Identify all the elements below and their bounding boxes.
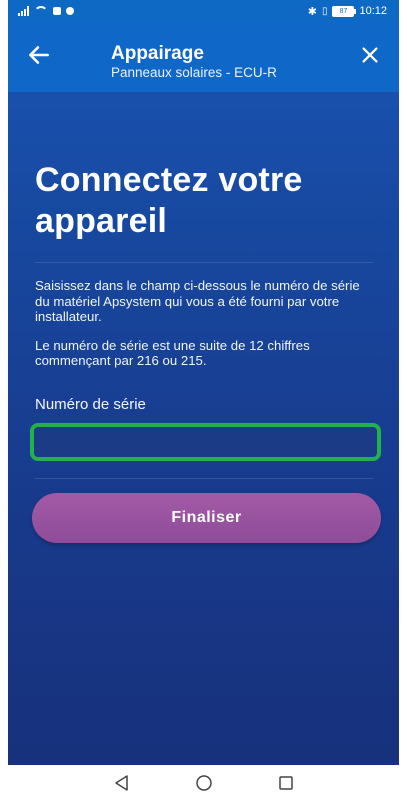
headline: Connectez votre appareil [35, 161, 303, 240]
back-triangle-icon[interactable] [112, 773, 132, 793]
title-block: Appairage Panneaux solaires - ECU-R [111, 43, 277, 81]
vibrate-icon: ▯ [321, 5, 328, 17]
battery-icon: 87 [332, 5, 357, 17]
serial-format-text: Le numéro de série est une suite de 12 c… [35, 337, 310, 369]
divider [35, 262, 373, 263]
system-nav-bar [0, 765, 407, 801]
serial-number-input[interactable] [34, 426, 377, 457]
home-circle-icon[interactable] [194, 773, 214, 793]
status-left-icons [18, 6, 74, 16]
app-bar: Appairage Panneaux solaires - ECU-R [8, 22, 399, 92]
message-icon [66, 7, 74, 15]
close-button[interactable] [359, 44, 381, 66]
instructions-text: Saisissez dans le champ ci-dessous le nu… [35, 278, 360, 324]
bluetooth-icon: ✱ [307, 5, 317, 18]
finaliser-button[interactable]: Finaliser [32, 492, 381, 543]
status-bar: ✱ ▯ 87 10:12 [8, 0, 399, 22]
status-right-icons: ✱ ▯ 87 10:12 [308, 5, 387, 18]
status-time: 10:12 [359, 5, 387, 17]
notification-icon [53, 7, 61, 15]
divider [35, 477, 373, 479]
signal-icon [18, 6, 29, 16]
recents-square-icon[interactable] [276, 773, 296, 793]
serial-field-container [30, 422, 381, 461]
wifi-icon [34, 6, 48, 16]
arrow-left-icon [29, 46, 49, 64]
page-title: Appairage [111, 43, 204, 64]
close-icon [362, 47, 378, 63]
main-content: Connectez votre appareil Saisissez dans … [30, 150, 381, 543]
app-screen: ✱ ▯ 87 10:12 Appairage Panneaux solaires… [8, 0, 399, 765]
page-subtitle: Panneaux solaires - ECU-R [111, 65, 277, 80]
back-button[interactable] [26, 42, 52, 68]
serial-label: Numéro de série [35, 395, 146, 413]
battery-level: 87 [339, 7, 348, 15]
